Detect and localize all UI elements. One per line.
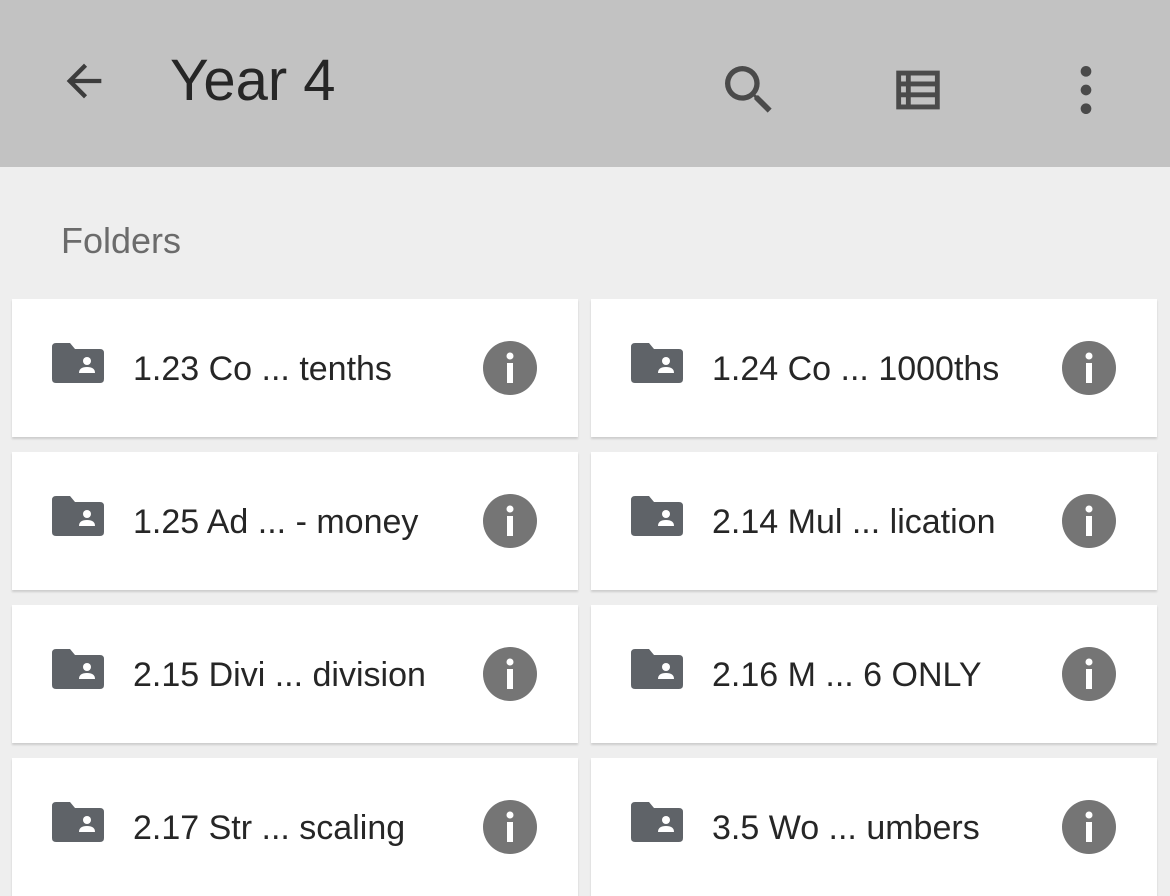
search-icon	[725, 66, 772, 113]
info-icon	[506, 505, 514, 536]
arrow-back-icon	[66, 63, 102, 99]
info-button[interactable]	[1062, 341, 1116, 395]
info-icon	[506, 658, 514, 689]
folder-card[interactable]: 2.15 Divi ... division	[12, 605, 578, 743]
info-icon	[1085, 658, 1093, 689]
info-icon	[1085, 352, 1093, 383]
shared-folder-icon	[52, 496, 104, 536]
folder-name: 2.15 Divi ... division	[133, 656, 426, 694]
shared-folder-icon	[631, 802, 683, 842]
folders-section-label: Folders	[61, 220, 182, 261]
folder-grid: 1.23 Co ... tenths 1.24 Co ... 1000ths 1…	[12, 299, 1157, 896]
folder-name: 1.25 Ad ... - money	[133, 503, 419, 541]
info-icon	[1085, 505, 1093, 536]
info-button[interactable]	[1062, 800, 1116, 854]
more-options-button[interactable]	[1054, 58, 1118, 122]
folder-card[interactable]: 2.16 M ... 6 ONLY	[591, 605, 1157, 743]
info-icon	[506, 352, 514, 383]
shared-folder-icon	[52, 343, 104, 383]
search-button[interactable]	[717, 58, 781, 122]
folder-card[interactable]: 3.5 Wo ... umbers	[591, 758, 1157, 896]
info-button[interactable]	[483, 341, 537, 395]
shared-folder-icon	[631, 496, 683, 536]
shared-folder-icon	[52, 649, 104, 689]
shared-folder-icon	[52, 802, 104, 842]
folder-name: 2.17 Str ... scaling	[133, 809, 406, 847]
back-button[interactable]	[55, 52, 113, 110]
info-button[interactable]	[1062, 647, 1116, 701]
folder-card[interactable]: 2.14 Mul ... lication	[591, 452, 1157, 590]
info-icon	[506, 811, 514, 842]
folder-name: 2.16 M ... 6 ONLY	[712, 656, 982, 694]
folder-name: 1.23 Co ... tenths	[133, 350, 392, 388]
info-icon	[1085, 811, 1093, 842]
list-view-button[interactable]	[886, 58, 950, 122]
folder-card[interactable]: 1.23 Co ... tenths	[12, 299, 578, 437]
info-button[interactable]	[483, 800, 537, 854]
folder-name: 1.24 Co ... 1000ths	[712, 350, 1000, 388]
folder-card[interactable]: 1.24 Co ... 1000ths	[591, 299, 1157, 437]
list-view-icon	[896, 70, 940, 110]
info-button[interactable]	[1062, 494, 1116, 548]
more-vertical-icon	[1080, 66, 1092, 114]
folder-card[interactable]: 1.25 Ad ... - money	[12, 452, 578, 590]
shared-folder-icon	[631, 343, 683, 383]
folder-card[interactable]: 2.17 Str ... scaling	[12, 758, 578, 896]
app-bar: Year 4	[0, 0, 1170, 167]
folder-name: 3.5 Wo ... umbers	[712, 809, 980, 847]
folder-name: 2.14 Mul ... lication	[712, 503, 996, 541]
info-button[interactable]	[483, 494, 537, 548]
page-title: Year 4	[170, 48, 336, 113]
shared-folder-icon	[631, 649, 683, 689]
info-button[interactable]	[483, 647, 537, 701]
